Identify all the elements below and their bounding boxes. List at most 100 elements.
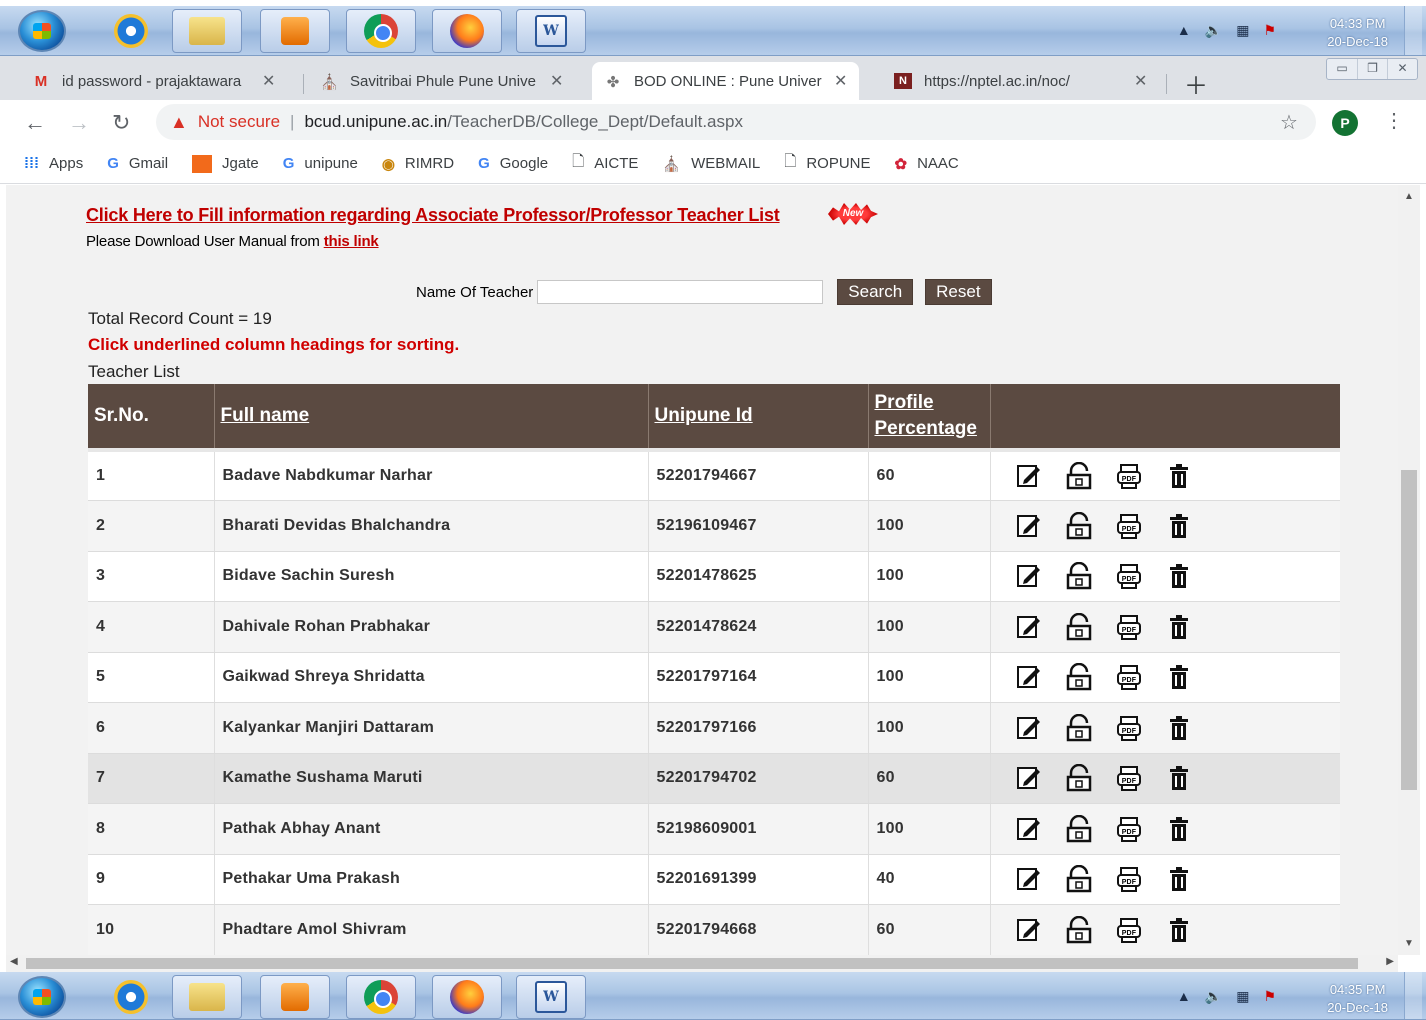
pdf-icon[interactable]: PDF (1115, 562, 1143, 590)
pdf-icon[interactable]: PDF (1115, 764, 1143, 792)
edit-icon[interactable] (1015, 865, 1043, 893)
tray-expand-icon[interactable]: ▲ (1177, 22, 1191, 39)
unlock-icon[interactable] (1065, 915, 1093, 944)
sort-profile-link[interactable]: Profile Percentage (875, 392, 977, 439)
pdf-icon[interactable]: PDF (1115, 865, 1143, 893)
sort-unipune-link[interactable]: Unipune Id (655, 405, 753, 426)
reload-icon[interactable]: ↻ (112, 110, 130, 136)
vertical-scrollbar[interactable]: ▲ ▼ (1398, 185, 1420, 955)
taskbar-chrome-button[interactable] (346, 9, 416, 53)
unlock-icon[interactable] (1065, 612, 1093, 641)
manual-download-link[interactable]: this link (324, 233, 379, 250)
unlock-icon[interactable] (1065, 663, 1093, 691)
network-icon[interactable]: ▦ (1236, 22, 1249, 39)
volume-icon[interactable]: 🔈 (1205, 988, 1222, 1005)
unlock-icon[interactable] (1065, 511, 1093, 540)
taskbar-chrome-button[interactable] (346, 975, 416, 1019)
taskbar-word-button[interactable]: W (516, 975, 586, 1019)
close-icon[interactable]: ✕ (1134, 71, 1147, 91)
flag-alert-icon[interactable]: ⚑ (1263, 22, 1276, 39)
bookmark-gmail[interactable]: G Gmail (107, 155, 168, 172)
taskbar-explorer-button[interactable] (172, 9, 242, 53)
scroll-left-icon[interactable]: ◀ (10, 956, 18, 967)
edit-icon[interactable] (1015, 613, 1043, 641)
bookmark-naac[interactable]: ✿ NAAC (895, 155, 959, 173)
bookmark-ropune[interactable]: 🗋 ROPUNE (784, 151, 870, 176)
taskbar-ie-button[interactable] (96, 9, 166, 53)
delete-icon[interactable] (1165, 865, 1193, 893)
edit-icon[interactable] (1015, 714, 1043, 742)
tab-bod-online[interactable]: ✤ BOD ONLINE : Pune Univer ✕ (592, 62, 860, 100)
start-button[interactable] (18, 10, 66, 52)
pdf-icon[interactable]: PDF (1115, 815, 1143, 843)
edit-icon[interactable] (1015, 512, 1043, 540)
restore-button[interactable]: ❐ (1357, 59, 1387, 79)
bookmark-jgate[interactable]: Jgate (192, 154, 259, 173)
taskbar-firefox-button[interactable] (432, 975, 502, 1019)
show-desktop-button[interactable] (1404, 6, 1422, 55)
pdf-icon[interactable]: PDF (1115, 512, 1143, 540)
delete-icon[interactable] (1165, 562, 1193, 590)
taskbar-word-button[interactable]: W (516, 9, 586, 53)
edit-icon[interactable] (1015, 663, 1043, 691)
tab-nptel[interactable]: N https://nptel.ac.in/noc/ ✕ (882, 62, 1159, 100)
edit-icon[interactable] (1015, 815, 1043, 843)
reset-button[interactable]: Reset (925, 279, 992, 305)
unlock-icon[interactable] (1065, 814, 1093, 843)
edit-icon[interactable] (1015, 462, 1043, 490)
close-window-button[interactable]: ✕ (1387, 59, 1417, 79)
menu-icon[interactable]: ⋮ (1384, 108, 1404, 133)
bookmark-google[interactable]: G Google (478, 155, 548, 172)
pdf-icon[interactable]: PDF (1115, 663, 1143, 691)
unlock-icon[interactable] (1065, 462, 1093, 490)
close-icon[interactable]: ✕ (550, 71, 563, 91)
bookmark-unipune[interactable]: Gunipune (283, 155, 358, 172)
tray-expand-icon[interactable]: ▲ (1177, 988, 1191, 1005)
delete-icon[interactable] (1165, 462, 1193, 490)
close-icon[interactable]: ✕ (262, 71, 275, 91)
tab-gmail[interactable]: M id password - prajaktawara ✕ (20, 62, 287, 100)
scroll-up-icon[interactable]: ▲ (1404, 191, 1414, 202)
bookmark-webmail[interactable]: ⛪ WEBMAIL (662, 155, 760, 173)
taskbar-media-button[interactable] (260, 975, 330, 1019)
delete-icon[interactable] (1165, 613, 1193, 641)
taskbar-clock[interactable]: 04:33 PM 20-Dec-18 (1327, 15, 1388, 51)
scroll-thumb[interactable] (1401, 470, 1417, 790)
delete-icon[interactable] (1165, 714, 1193, 742)
scroll-down-icon[interactable]: ▼ (1404, 938, 1414, 949)
volume-icon[interactable]: 🔈 (1205, 22, 1222, 39)
pdf-icon[interactable]: PDF (1115, 714, 1143, 742)
unlock-icon[interactable] (1065, 865, 1093, 893)
taskbar-firefox-button[interactable] (432, 9, 502, 53)
delete-icon[interactable] (1165, 512, 1193, 540)
forward-icon[interactable]: → (68, 110, 90, 136)
sort-fullname-link[interactable]: Full name (221, 405, 310, 426)
start-button[interactable] (18, 976, 66, 1018)
unlock-icon[interactable] (1065, 562, 1093, 590)
edit-icon[interactable] (1015, 562, 1043, 590)
scroll-thumb[interactable] (26, 958, 1358, 969)
taskbar-ie-button[interactable] (96, 975, 166, 1019)
delete-icon[interactable] (1165, 815, 1193, 843)
horizontal-scrollbar[interactable]: ◀ ▶ (6, 955, 1398, 972)
bookmark-rimrd[interactable]: ◉ RIMRD (382, 155, 454, 173)
bookmark-apps[interactable]: ⁞⁞⁞ Apps (24, 155, 83, 172)
fill-professor-info-link[interactable]: Click Here to Fill information regarding… (86, 205, 780, 226)
bookmark-star-icon[interactable]: ☆ (1280, 110, 1298, 135)
close-icon[interactable]: ✕ (834, 71, 847, 91)
network-icon[interactable]: ▦ (1236, 988, 1249, 1005)
bookmark-aicte[interactable]: 🗋 AICTE (572, 151, 638, 176)
teacher-name-input[interactable] (537, 280, 824, 304)
delete-icon[interactable] (1165, 663, 1193, 691)
profile-avatar[interactable]: P (1332, 110, 1358, 136)
new-tab-button[interactable]: ＋ (1184, 66, 1208, 101)
scroll-right-icon[interactable]: ▶ (1386, 956, 1394, 967)
delete-icon[interactable] (1165, 764, 1193, 792)
show-desktop-button[interactable] (1404, 972, 1422, 1019)
delete-icon[interactable] (1165, 916, 1193, 944)
tab-sppu[interactable]: ⛪ Savitribai Phule Pune Unive ✕ (308, 62, 575, 100)
unlock-icon[interactable] (1065, 713, 1093, 742)
pdf-icon[interactable]: PDF (1115, 916, 1143, 944)
unlock-icon[interactable] (1065, 764, 1093, 792)
edit-icon[interactable] (1015, 916, 1043, 944)
